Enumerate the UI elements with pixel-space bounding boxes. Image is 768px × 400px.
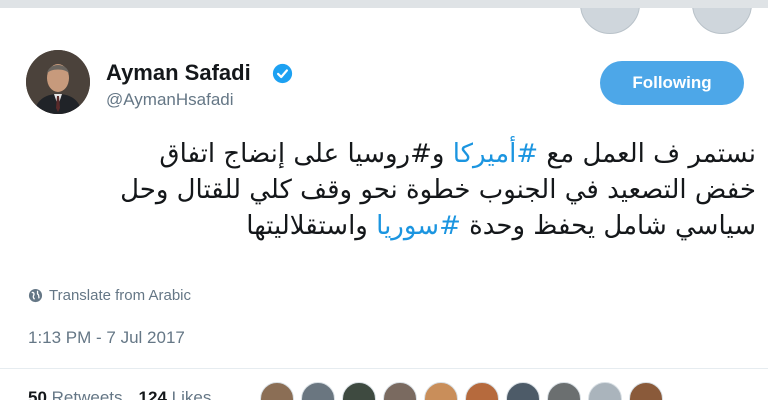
tweet-text-segment: #روسيا bbox=[347, 139, 432, 169]
following-button[interactable]: Following bbox=[600, 61, 744, 105]
divider bbox=[0, 368, 768, 369]
author-handle[interactable]: @AymanHsafadi bbox=[106, 90, 234, 110]
tweet-text-segment: و bbox=[431, 139, 453, 169]
globe-icon bbox=[28, 288, 43, 303]
tweet-stats: 50 Retweets 124 Likes bbox=[28, 388, 211, 400]
tweet-text-segment: على إنضاج اتفاق bbox=[159, 139, 348, 169]
tweet-text-line: خفض التصعيد في الجنوب خطوة نحو وقف كلي ل… bbox=[16, 172, 756, 208]
liker-avatars bbox=[260, 382, 663, 400]
avatar-image bbox=[26, 50, 90, 114]
translate-link[interactable]: Translate from Arabic bbox=[28, 287, 191, 304]
retweets-count: 50 bbox=[28, 388, 47, 400]
hashtag-link[interactable]: #أميركا bbox=[453, 139, 538, 169]
tweet-text-segment: خفض التصعيد في الجنوب خطوة نحو وقف كلي ل… bbox=[120, 175, 756, 205]
liker-avatar[interactable] bbox=[260, 382, 294, 400]
tweet-timestamp[interactable]: 1:13 PM - 7 Jul 2017 bbox=[28, 328, 185, 348]
tweet-text-segment: سياسي شامل يحفظ وحدة bbox=[460, 211, 756, 241]
tweet-card: Ayman Safadi @AymanHsafadi Following نست… bbox=[0, 8, 768, 400]
tweet-text-line: نستمر ف العمل مع #أميركا و#روسيا على إنض… bbox=[16, 136, 756, 172]
liker-avatar[interactable] bbox=[506, 382, 540, 400]
likes-label: Likes bbox=[171, 388, 212, 400]
hashtag-link[interactable]: #سوريا bbox=[376, 211, 461, 241]
liker-avatar[interactable] bbox=[588, 382, 622, 400]
avatar[interactable] bbox=[26, 50, 90, 114]
author-name[interactable]: Ayman Safadi bbox=[106, 60, 251, 86]
translate-label: Translate from Arabic bbox=[49, 287, 191, 304]
tweet-text-segment: واستقلاليتها bbox=[246, 211, 377, 241]
liker-avatar[interactable] bbox=[424, 382, 458, 400]
scroll-control-circle[interactable] bbox=[692, 8, 752, 34]
retweets-stat[interactable]: 50 Retweets bbox=[28, 388, 123, 400]
liker-avatar[interactable] bbox=[465, 382, 499, 400]
likes-stat[interactable]: 124 Likes bbox=[139, 388, 212, 400]
tweet-text-segment: نستمر ف العمل مع bbox=[538, 139, 756, 169]
liker-avatar[interactable] bbox=[301, 382, 335, 400]
liker-avatar[interactable] bbox=[342, 382, 376, 400]
liker-avatar[interactable] bbox=[547, 382, 581, 400]
liker-avatar[interactable] bbox=[629, 382, 663, 400]
tweet-text: نستمر ف العمل مع #أميركا و#روسيا على إنض… bbox=[16, 136, 756, 244]
scroll-control-circle[interactable] bbox=[580, 8, 640, 34]
retweets-label: Retweets bbox=[51, 388, 123, 400]
liker-avatar[interactable] bbox=[383, 382, 417, 400]
tweet-text-line: سياسي شامل يحفظ وحدة #سوريا واستقلاليتها bbox=[16, 208, 756, 244]
verified-badge-icon bbox=[272, 63, 293, 84]
likes-count: 124 bbox=[138, 388, 167, 400]
